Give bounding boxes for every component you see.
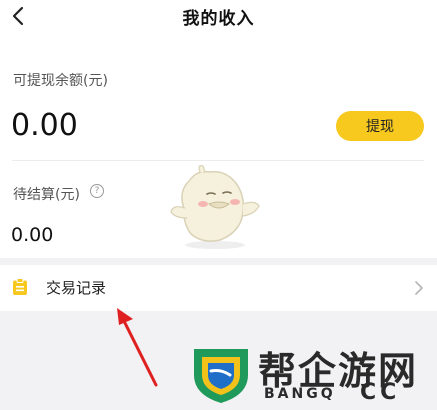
transaction-records-row[interactable]: 交易记录 [0,265,437,311]
pending-settlement-amount: 0.00 [11,224,54,246]
navigation-bar: 我的收入 [0,0,437,34]
annotation-arrow [117,308,158,387]
chevron-right-icon [415,281,423,295]
pending-settlement-label: 待结算(元) [13,187,80,203]
page-title: 我的收入 [182,9,255,29]
withdrawable-balance-amount: 0.00 [11,108,78,143]
withdraw-button[interactable]: 提现 [336,111,424,141]
watermark-logo [194,349,248,403]
help-icon[interactable]: ? [90,184,104,198]
transaction-records-label: 交易记录 [46,279,107,297]
mascot-illustration [170,165,260,249]
income-summary-panel: 我的收入 可提现余额(元) 0.00 提现 待结算(元) ? 0.00 [0,0,437,258]
clipboard-icon [13,278,27,295]
watermark-subtitle: BANGQ [264,386,336,402]
withdrawable-balance-label: 可提现余额(元) [13,73,108,89]
watermark-cc: CC [360,380,401,405]
